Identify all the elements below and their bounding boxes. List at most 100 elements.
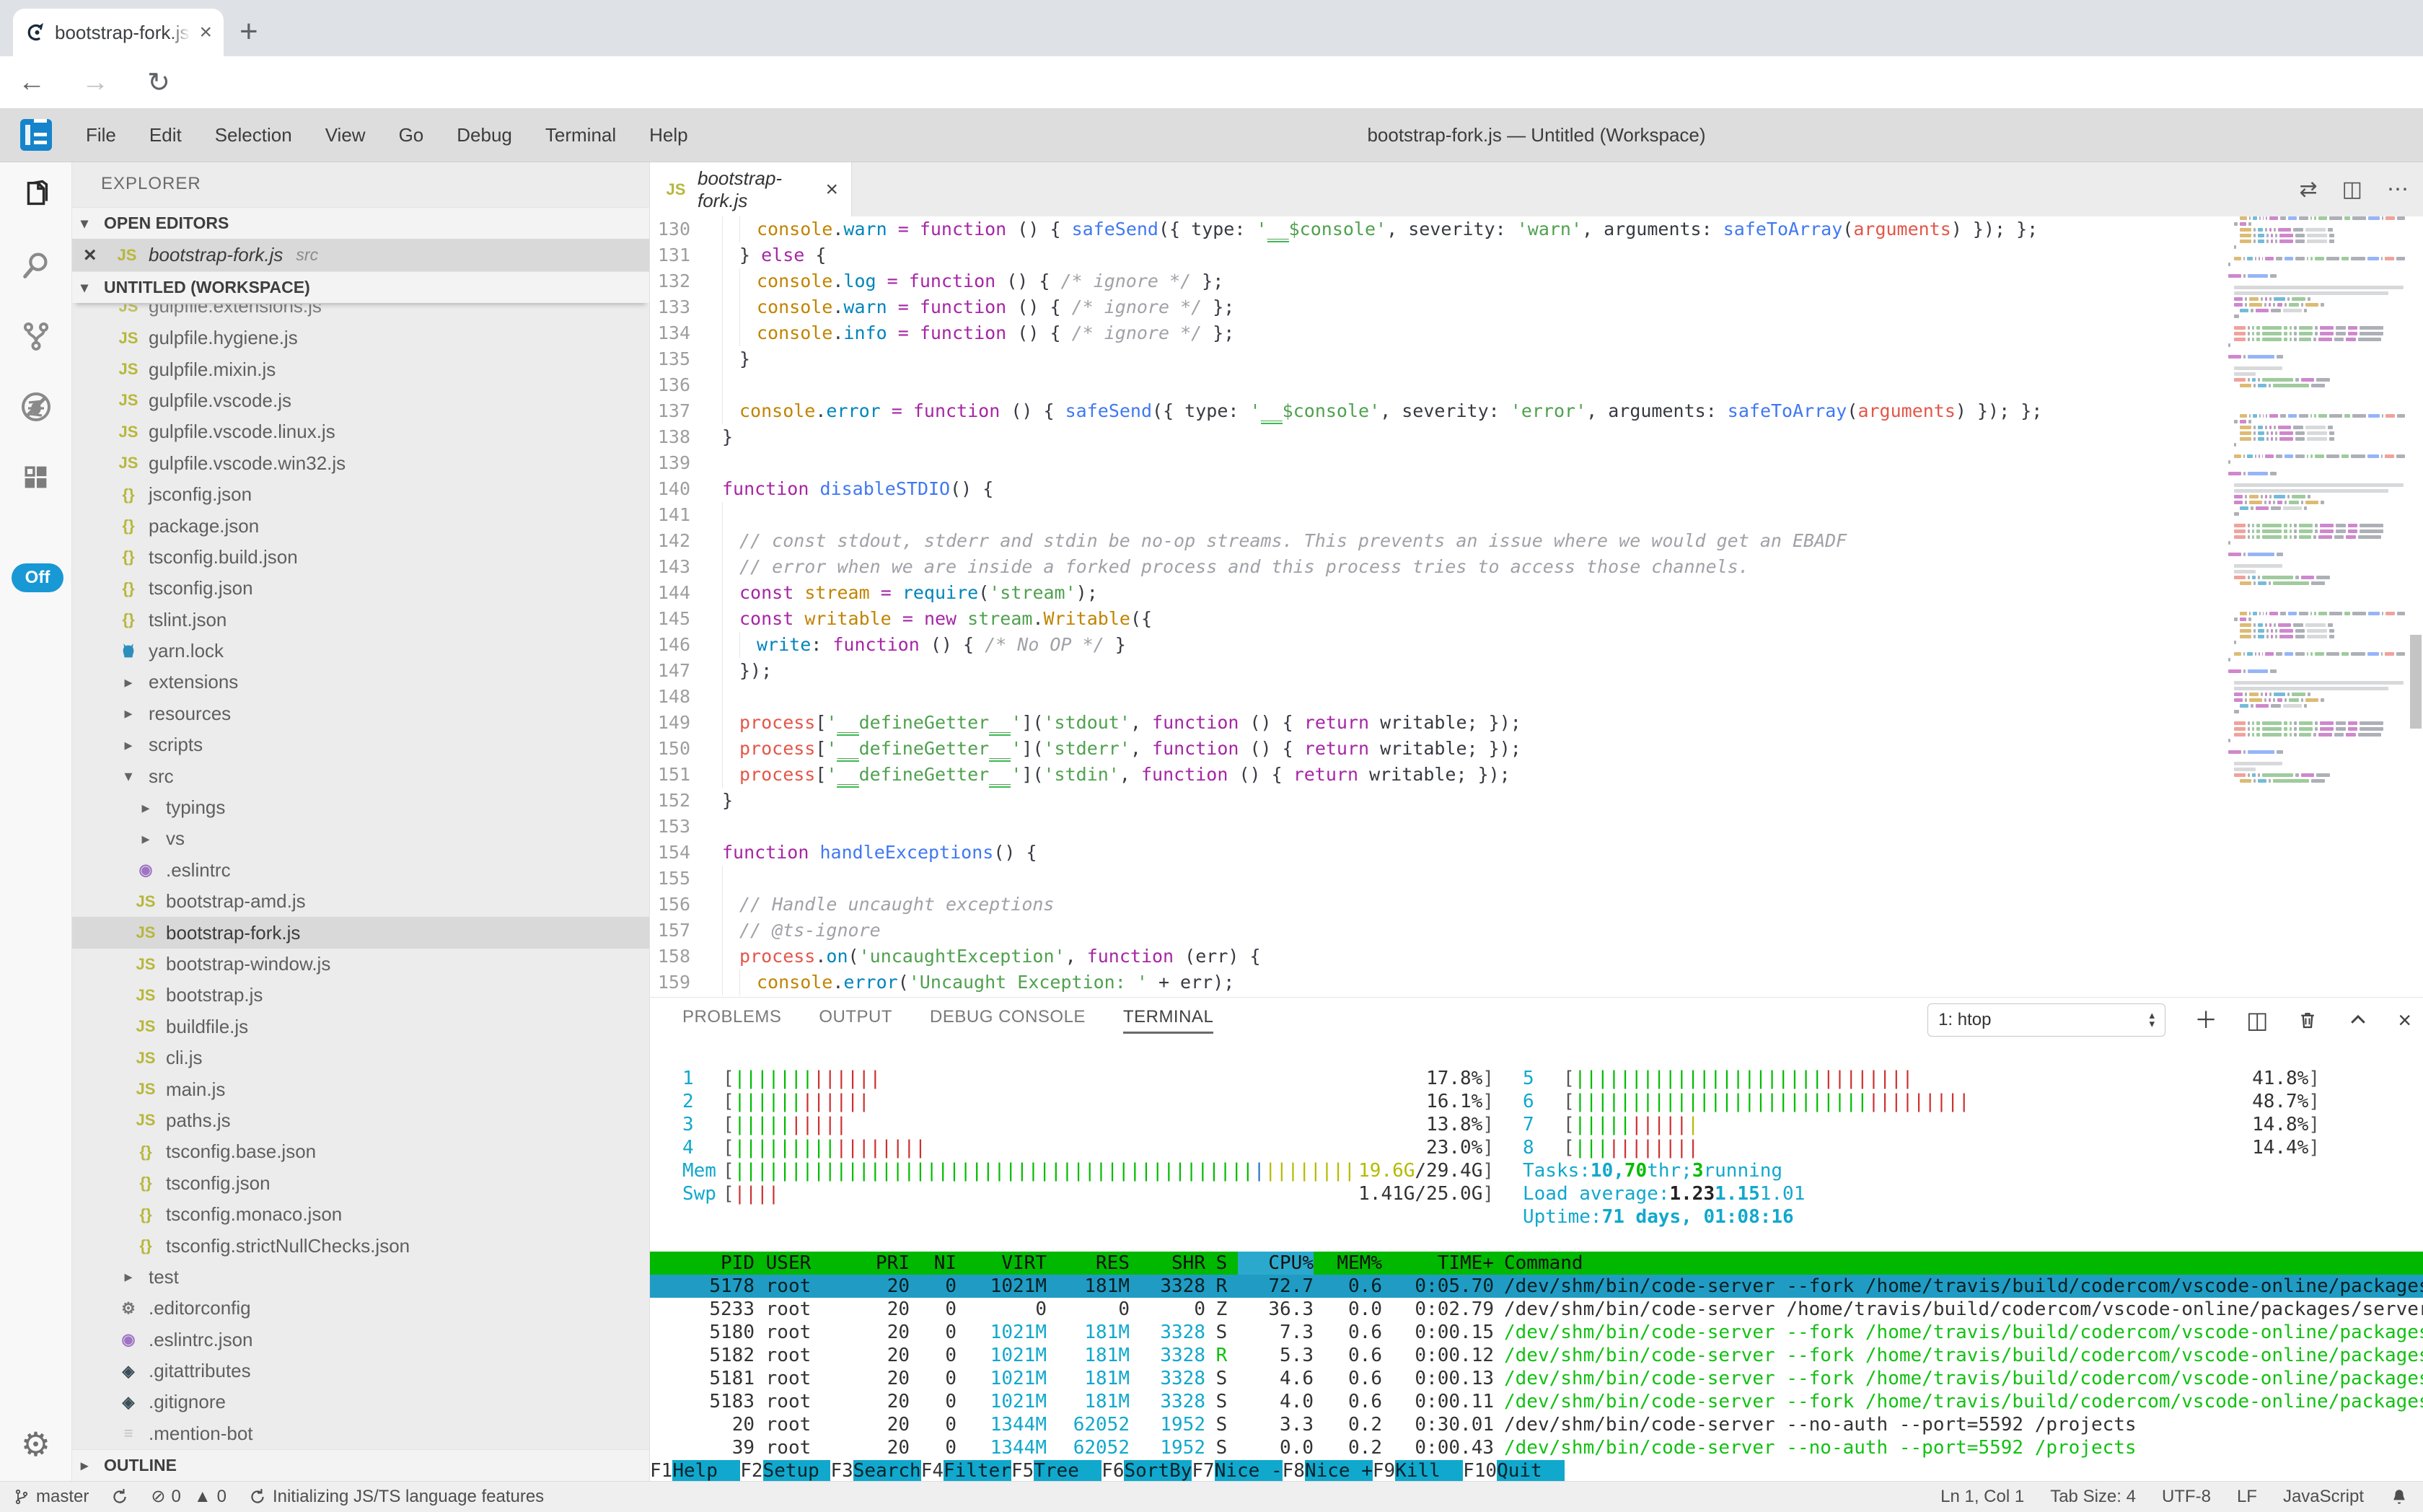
- file-tree-item[interactable]: ▸vs: [72, 823, 649, 854]
- problems-item[interactable]: ⊘ 0 ▲ 0: [151, 1487, 227, 1507]
- file-tree-item[interactable]: ▸scripts: [72, 729, 649, 760]
- git-branch-item[interactable]: master: [13, 1487, 89, 1507]
- file-tree-item[interactable]: ▸test: [72, 1262, 649, 1293]
- debug-disabled-icon[interactable]: [19, 390, 53, 424]
- menu-edit[interactable]: Edit: [133, 124, 198, 146]
- menu-go[interactable]: Go: [382, 124, 441, 146]
- status-item[interactable]: LF: [2237, 1487, 2257, 1507]
- file-tree-item[interactable]: {}jsconfig.json: [72, 479, 649, 510]
- file-tree-item[interactable]: JSgulpfile.vscode.js: [72, 385, 649, 416]
- file-tree-item[interactable]: {}tsconfig.json: [72, 1168, 649, 1199]
- close-icon[interactable]: ×: [84, 243, 105, 268]
- menu-file[interactable]: File: [69, 124, 133, 146]
- code-lines[interactable]: 130console.warn = function () { safeSend…: [650, 216, 2218, 997]
- panel-tab-problems[interactable]: PROBLEMS: [682, 1007, 781, 1034]
- htop-fkey[interactable]: F5Tree: [1011, 1459, 1101, 1481]
- back-icon[interactable]: ←: [0, 67, 63, 98]
- file-tree-item[interactable]: JSgulpfile.hygiene.js: [72, 322, 649, 353]
- file-tree-item[interactable]: JSgulpfile.extensions.js: [72, 304, 649, 322]
- file-tree-item[interactable]: JSgulpfile.vscode.linux.js: [72, 416, 649, 447]
- file-tree-item[interactable]: {}tsconfig.json: [72, 573, 649, 604]
- status-item[interactable]: JavaScript: [2283, 1487, 2364, 1507]
- editor-tab[interactable]: JS bootstrap-fork.js ×: [650, 162, 852, 216]
- status-item[interactable]: Tab Size: 4: [2050, 1487, 2136, 1507]
- tab-close-icon[interactable]: ×: [825, 177, 838, 202]
- terminal[interactable]: 1[|||||||||||||17.8%]2[||||||||||||16.1%…: [650, 1042, 2423, 1481]
- file-tree-item[interactable]: JSbootstrap-amd.js: [72, 886, 649, 917]
- htop-fkey[interactable]: F10Quit: [1463, 1459, 1565, 1481]
- menu-help[interactable]: Help: [633, 124, 704, 146]
- menu-debug[interactable]: Debug: [440, 124, 529, 146]
- open-editor-item[interactable]: × JS bootstrap-fork.js src: [72, 239, 649, 271]
- menu-view[interactable]: View: [309, 124, 382, 146]
- forward-icon[interactable]: →: [63, 67, 127, 98]
- htop-fkey[interactable]: F4Filter: [921, 1459, 1011, 1481]
- file-tree-item[interactable]: JSbuildfile.js: [72, 1011, 649, 1042]
- file-tree-item[interactable]: JSmain.js: [72, 1073, 649, 1104]
- panel-tab-debug-console[interactable]: DEBUG CONSOLE: [930, 1007, 1086, 1034]
- file-tree-item[interactable]: JSgulpfile.mixin.js: [72, 353, 649, 384]
- menu-terminal[interactable]: Terminal: [529, 124, 633, 146]
- file-tree-item[interactable]: {}package.json: [72, 510, 649, 541]
- language-status-item[interactable]: Initializing JS/TS language features: [248, 1487, 544, 1507]
- maximize-panel-icon[interactable]: [2347, 1009, 2369, 1031]
- sync-item[interactable]: [110, 1487, 129, 1506]
- htop-fkey[interactable]: F6SortBy: [1101, 1459, 1192, 1481]
- file-tree-item[interactable]: ◉.eslintrc: [72, 855, 649, 886]
- new-tab-button[interactable]: +: [239, 16, 258, 48]
- htop-fkey[interactable]: F7Nice -: [1192, 1459, 1282, 1481]
- bell-icon[interactable]: [2390, 1487, 2409, 1506]
- menu-selection[interactable]: Selection: [198, 124, 309, 146]
- file-tree-item[interactable]: JSbootstrap.js: [72, 980, 649, 1011]
- browser-tab[interactable]: bootstrap-fork.js — Untitled (W ×: [13, 9, 224, 56]
- search-icon[interactable]: [19, 249, 53, 282]
- file-tree-item[interactable]: {}tsconfig.build.json: [72, 542, 649, 573]
- reload-icon[interactable]: ↻: [127, 66, 190, 99]
- panel-tab-output[interactable]: OUTPUT: [819, 1007, 892, 1034]
- terminal-select[interactable]: 1: htop ▴▾: [1927, 1003, 2165, 1037]
- more-actions-icon[interactable]: ⋯: [2387, 177, 2409, 202]
- telemetry-off-badge[interactable]: Off: [12, 563, 63, 592]
- file-tree-item[interactable]: ▸extensions: [72, 667, 649, 698]
- file-tree-item[interactable]: JScli.js: [72, 1042, 649, 1073]
- htop-fkey[interactable]: F2Setup: [740, 1459, 830, 1481]
- compare-icon[interactable]: ⇄: [2300, 177, 2318, 202]
- file-tree-item[interactable]: ⚙.editorconfig: [72, 1293, 649, 1324]
- file-tree-item[interactable]: {}tslint.json: [72, 605, 649, 636]
- file-tree-item[interactable]: JSgulpfile.vscode.win32.js: [72, 448, 649, 479]
- file-tree-item[interactable]: ▾src: [72, 760, 649, 791]
- file-tree-item[interactable]: ◈.gitignore: [72, 1386, 649, 1418]
- file-tree-item[interactable]: ≡.mention-bot: [72, 1418, 649, 1449]
- editor-scrollbar[interactable]: [2410, 635, 2422, 729]
- split-editor-icon[interactable]: ◫: [2342, 177, 2362, 202]
- status-item[interactable]: Ln 1, Col 1: [1940, 1487, 2024, 1507]
- minimap[interactable]: [2218, 216, 2407, 997]
- file-tree-item[interactable]: JSpaths.js: [72, 1105, 649, 1136]
- extensions-icon[interactable]: [19, 461, 53, 494]
- file-tree-item[interactable]: {}tsconfig.monaco.json: [72, 1199, 649, 1230]
- htop-fkey[interactable]: F1Help: [650, 1459, 740, 1481]
- htop-fkey[interactable]: F8Nice +: [1283, 1459, 1373, 1481]
- file-tree-item[interactable]: ◈.gitattributes: [72, 1355, 649, 1386]
- file-tree-item[interactable]: ▸resources: [72, 698, 649, 729]
- source-control-icon[interactable]: [19, 320, 53, 353]
- file-tree[interactable]: JSgulpfile.extensions.jsJSgulpfile.hygie…: [72, 304, 649, 1449]
- file-tree-item[interactable]: ▸typings: [72, 792, 649, 823]
- settings-gear-icon[interactable]: ⚙: [21, 1428, 50, 1461]
- file-tree-item[interactable]: JSbootstrap-window.js: [72, 949, 649, 980]
- section-open-editors[interactable]: ▾ OPEN EDITORS: [72, 207, 649, 239]
- explorer-icon[interactable]: [19, 178, 53, 211]
- panel-tab-terminal[interactable]: TERMINAL: [1123, 1007, 1213, 1034]
- htop-fkey[interactable]: F9Kill: [1373, 1459, 1463, 1481]
- tab-close-icon[interactable]: ×: [199, 22, 212, 43]
- htop-fkey[interactable]: F3Search: [830, 1459, 920, 1481]
- section-workspace[interactable]: ▾ UNTITLED (WORKSPACE): [72, 271, 649, 303]
- new-terminal-icon[interactable]: ＋: [2194, 1008, 2217, 1032]
- file-tree-item[interactable]: {}tsconfig.strictNullChecks.json: [72, 1230, 649, 1261]
- status-item[interactable]: UTF-8: [2162, 1487, 2211, 1507]
- file-tree-item[interactable]: JSbootstrap-fork.js: [72, 917, 649, 948]
- file-tree-item[interactable]: yarn.lock: [72, 636, 649, 667]
- section-outline[interactable]: ▸ OUTLINE: [72, 1449, 649, 1481]
- split-terminal-icon[interactable]: ◫: [2246, 1008, 2268, 1032]
- close-panel-icon[interactable]: ×: [2398, 1008, 2411, 1032]
